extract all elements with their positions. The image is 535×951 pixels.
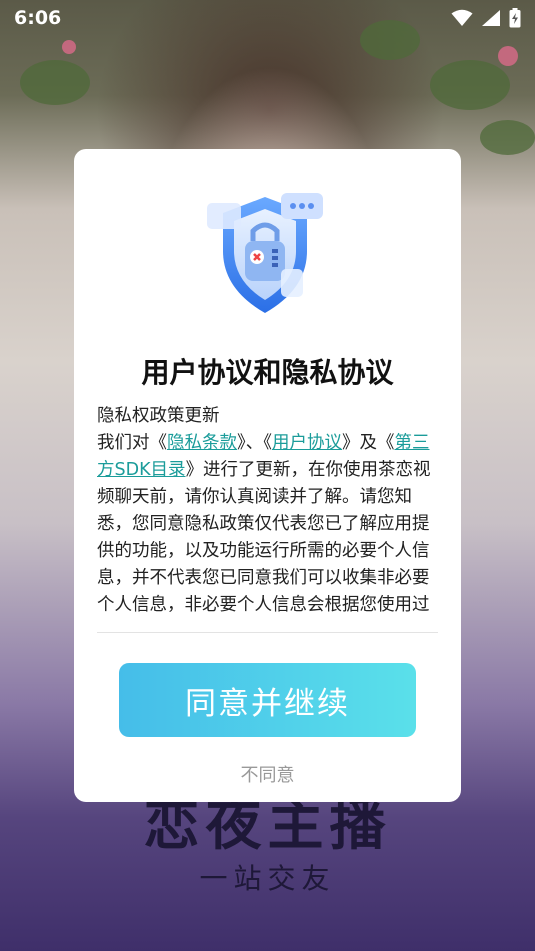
divider [97,632,438,633]
flower-decoration [62,40,76,54]
body-text: 》及《 [342,433,395,453]
cellular-signal-icon [482,10,500,26]
user-agreement-link[interactable]: 用户协议 [272,433,342,453]
privacy-shield-icon [207,189,327,317]
privacy-terms-link[interactable]: 隐私条款 [167,433,237,453]
app-slogan-subtitle: 一站交友 [199,862,336,895]
leaf-decoration [430,60,510,110]
body-text: 我们对《 [97,433,167,453]
status-bar: 6:06 [0,0,535,36]
dialog-title: 用户协议和隐私协议 [141,356,394,389]
disagree-button[interactable]: 不同意 [74,761,461,787]
agree-continue-button[interactable]: 同意并继续 [119,663,416,737]
status-icons [451,8,521,28]
body-text: 》进行了更新，在你使用茶恋视频聊天前，请你认真阅读并了解。请您知悉，您同意隐私政… [97,460,431,615]
flower-decoration [498,46,518,66]
dialog-body: 隐私权政策更新 我们对《隐私条款》、《用户协议》及《第三方SDK目录》进行了更新… [97,403,437,617]
wifi-icon [451,9,473,26]
body-paragraph: 我们对《隐私条款》、《用户协议》及《第三方SDK目录》进行了更新，在你使用茶恋视… [97,430,437,617]
body-text: 》、《 [237,433,272,453]
leaf-decoration [20,60,90,105]
leaf-decoration [480,120,535,155]
privacy-agreement-dialog: 用户协议和隐私协议 隐私权政策更新 我们对《隐私条款》、《用户协议》及《第三方S… [74,149,461,802]
status-time: 6:06 [14,7,62,29]
body-heading: 隐私权政策更新 [97,406,220,426]
battery-charging-icon [509,8,521,28]
